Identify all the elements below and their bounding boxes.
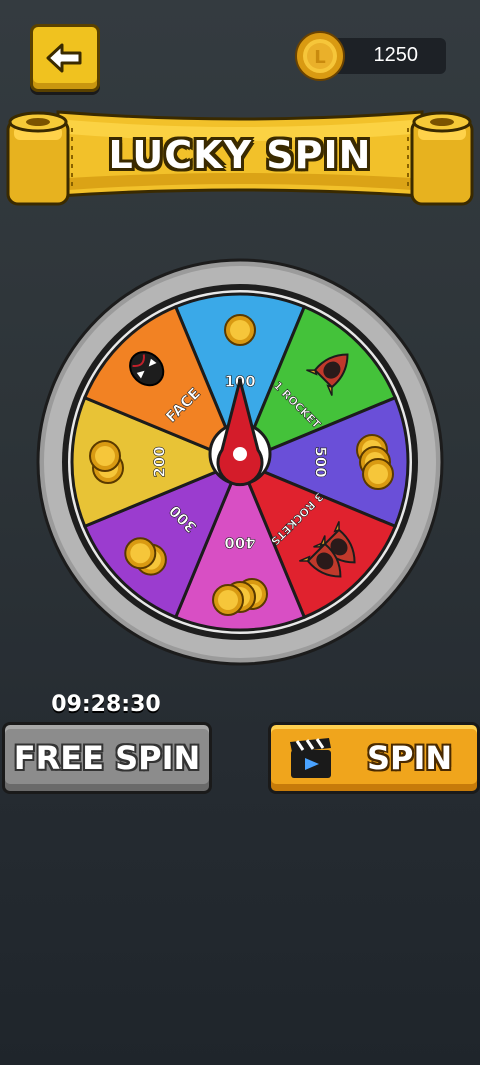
wheel-segment-label: 400	[224, 534, 255, 552]
back-button[interactable]	[30, 24, 100, 92]
wheel-segment-label: 500	[312, 446, 330, 477]
lucky-wheel[interactable]: 1001 ROCKET5003 ROCKETS400300200FACE	[36, 256, 444, 668]
clapperboard-icon	[290, 738, 331, 778]
free-spin-button[interactable]: FREE SPIN	[2, 722, 212, 794]
coin-balance: 1250	[330, 38, 446, 74]
spin-label: SPIN	[367, 739, 453, 777]
free-spin-timer: 09:28:30	[51, 692, 161, 717]
free-spin-label: FREE SPIN	[13, 739, 201, 777]
coin-count: 1250	[373, 44, 419, 66]
page-title: LUCKY SPIN	[108, 133, 372, 177]
left-arrow-icon	[46, 43, 82, 73]
svg-text:L: L	[314, 47, 325, 68]
gold-coin-icon: L	[295, 31, 345, 81]
coins-icon	[89, 440, 124, 484]
coin-icon	[224, 314, 256, 346]
wheel-segment-label: 200	[151, 446, 169, 477]
spin-button[interactable]: SPIN	[268, 722, 480, 794]
